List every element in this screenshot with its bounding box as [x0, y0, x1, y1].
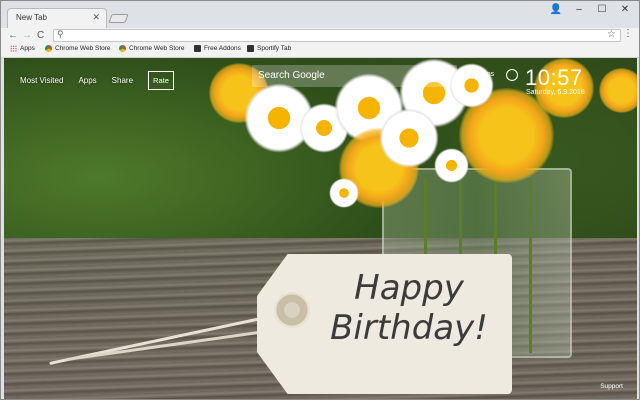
- daisy-flower: [379, 108, 439, 168]
- new-tab-button[interactable]: [108, 14, 129, 23]
- clock-date: Saturday, 6.9.2018: [526, 89, 585, 96]
- maximize-button[interactable]: ☐: [592, 4, 612, 15]
- chrome-store-icon: [119, 45, 126, 52]
- browser-toolbar: ← → C ⚲ ☆ ⋮: [1, 28, 639, 43]
- bookmark-apps[interactable]: Apps: [10, 45, 35, 52]
- apps-grid-icon: [10, 45, 17, 52]
- bookmark-label: Chrome Web Store: [55, 45, 111, 52]
- clock-time: 10:57: [525, 65, 583, 90]
- bookmark-label: Free Addons: [204, 45, 241, 52]
- chrome-menu-button[interactable]: ⋮: [623, 28, 633, 39]
- daisy-flower: [434, 148, 469, 183]
- address-bar[interactable]: ⚲ ☆: [53, 29, 621, 42]
- daisy-flower: [329, 178, 359, 208]
- bookmark-label: Chrome Web Store: [129, 45, 185, 52]
- tab-close-icon[interactable]: ✕: [92, 12, 100, 23]
- search-input[interactable]: Search Google: [258, 70, 325, 81]
- bookmark-label: Apps: [20, 45, 35, 52]
- bookmark-star-icon[interactable]: ☆: [607, 29, 616, 40]
- search-box[interactable]: Search Google: [252, 65, 457, 87]
- apps-link[interactable]: Apps: [78, 76, 96, 85]
- tag-hole: [274, 292, 310, 328]
- bookmark-icon: [247, 45, 254, 52]
- bookmark-chrome-web-store[interactable]: Chrome Web Store: [119, 45, 185, 52]
- tag-text: Happy Birthday!: [314, 268, 504, 348]
- search-icon: ⚲: [57, 29, 64, 39]
- tab-new-tab[interactable]: New Tab ✕: [7, 8, 107, 28]
- clock-icon[interactable]: [506, 69, 518, 81]
- bookmark-chrome-web-store[interactable]: Chrome Web Store: [45, 45, 111, 52]
- reload-button[interactable]: C: [37, 29, 44, 42]
- newtab-nav: Most Visited Apps Share Rate: [20, 71, 174, 90]
- profile-icon[interactable]: 👤: [546, 4, 566, 15]
- tab-title: New Tab: [16, 13, 47, 22]
- new-tab-page: Happy Birthday! Most Visited Apps Share …: [4, 58, 637, 399]
- tab-strip: New Tab ✕ 👤 – ☐ ✕: [1, 1, 639, 28]
- flower-stem: [529, 178, 532, 353]
- back-button[interactable]: ←: [8, 29, 18, 42]
- chrome-store-icon: [45, 45, 52, 52]
- bookmark-icon: [194, 45, 201, 52]
- forward-button[interactable]: →: [22, 29, 32, 42]
- dandelion-flower: [599, 68, 637, 113]
- minimize-button[interactable]: –: [569, 4, 589, 15]
- bookmark-label: Sportify Tab: [257, 45, 292, 52]
- bookmark-free-addons[interactable]: Free Addons: [194, 45, 241, 52]
- browser-window: New Tab ✕ 👤 – ☐ ✕ ← → C ⚲ ☆ ⋮ Apps Chrom…: [0, 0, 640, 400]
- tag-text-line1: Happy: [354, 268, 464, 308]
- share-link[interactable]: Share: [112, 76, 133, 85]
- support-link[interactable]: Support: [600, 383, 623, 390]
- bookmark-sportify-tab[interactable]: Sportify Tab: [247, 45, 291, 52]
- most-visited-link[interactable]: Most Visited: [20, 76, 63, 85]
- bookmarks-bar: Apps Chrome Web Store Chrome Web Store F…: [1, 43, 639, 58]
- tag-text-line2: Birthday!: [330, 308, 488, 348]
- rate-button[interactable]: Rate: [148, 71, 174, 90]
- close-window-button[interactable]: ✕: [615, 4, 635, 15]
- options-link[interactable]: Options: [470, 71, 494, 78]
